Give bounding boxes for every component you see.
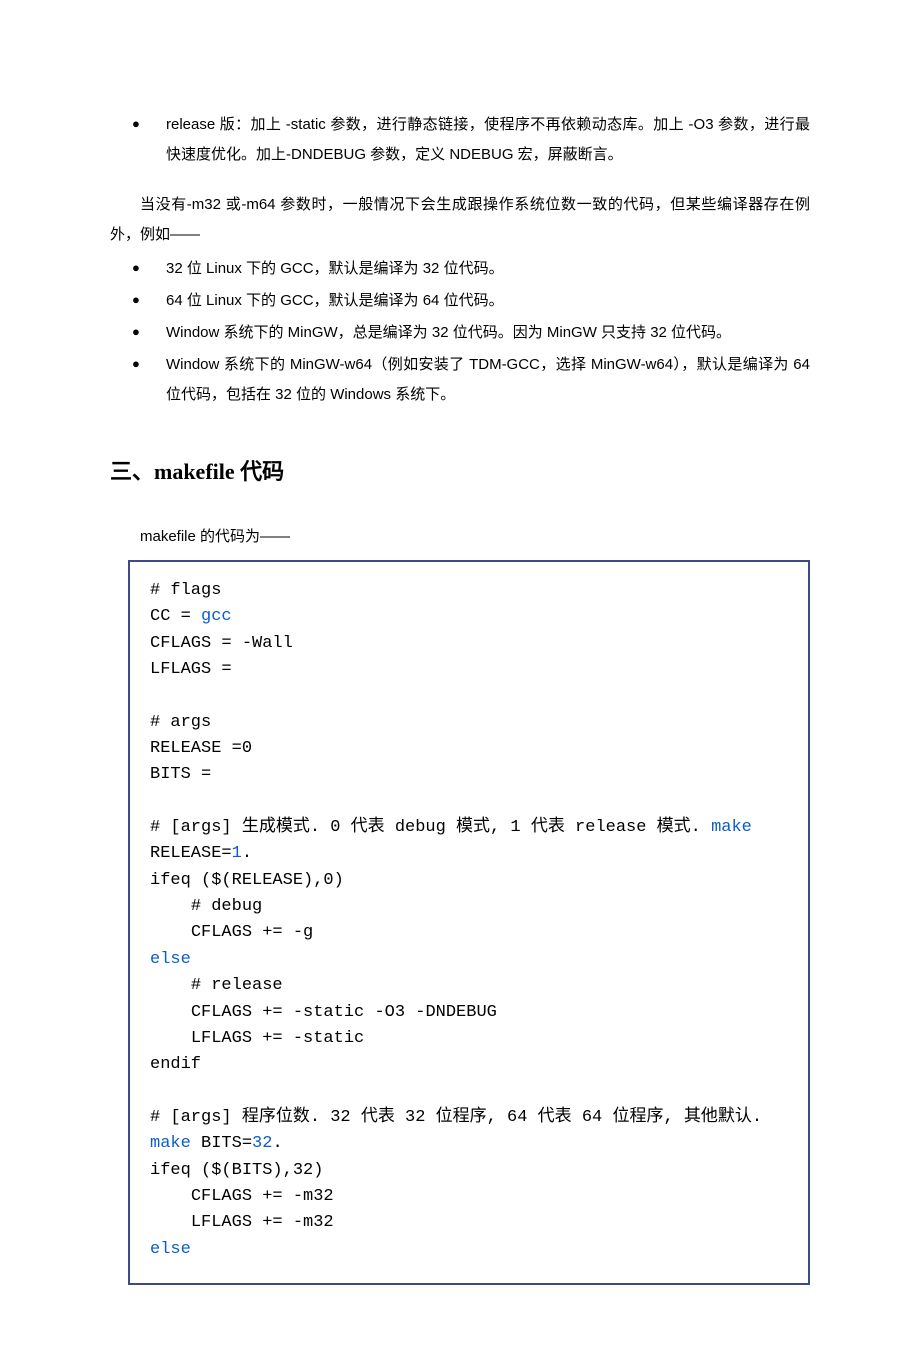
paragraph-intro: 当没有-m32 或-m64 参数时，一般情况下会生成跟操作系统位数一致的代码，但… <box>110 190 810 250</box>
code-line: # [args] 程序位数. 32 代表 32 位程序, 64 代表 64 位程… <box>150 1108 762 1127</box>
code-line: # [args] 生成模式. 0 代表 debug 模式, 1 代表 relea… <box>150 818 711 837</box>
code-keyword: make <box>150 1134 191 1153</box>
code-line: . <box>272 1134 282 1153</box>
code-line: LFLAGS += -m32 <box>150 1213 334 1232</box>
code-line: RELEASE= <box>150 844 232 863</box>
code-line: ifeq ($(RELEASE),0) <box>150 871 344 890</box>
code-line: RELEASE =0 <box>150 739 252 758</box>
code-keyword: else <box>150 950 191 969</box>
paragraph-code-intro: makefile 的代码为—— <box>110 522 810 552</box>
code-line: CFLAGS += -static -O3 -DNDEBUG <box>150 1003 497 1022</box>
code-keyword: 1 <box>232 844 242 863</box>
code-line: BITS = <box>150 765 211 784</box>
list-item: release 版：加上 -static 参数，进行静态链接，使程序不再依赖动态… <box>110 110 810 170</box>
code-line: CFLAGS = -Wall <box>150 634 293 653</box>
code-line: CC = <box>150 607 201 626</box>
code-line: CFLAGS += -m32 <box>150 1187 334 1206</box>
code-line: ifeq ($(BITS),32) <box>150 1161 323 1180</box>
section-heading: 三、makefile 代码 <box>110 450 810 494</box>
code-keyword: gcc <box>201 607 232 626</box>
code-line: # flags <box>150 581 221 600</box>
compiler-bullet-list: 32 位 Linux 下的 GCC，默认是编译为 32 位代码。 64 位 Li… <box>110 254 810 410</box>
code-line: # release <box>150 976 283 995</box>
list-item: Window 系统下的 MinGW，总是编译为 32 位代码。因为 MinGW … <box>110 318 810 348</box>
code-block: # flags CC = gcc CFLAGS = -Wall LFLAGS =… <box>128 560 810 1285</box>
code-line: CFLAGS += -g <box>150 923 313 942</box>
list-item: 64 位 Linux 下的 GCC，默认是编译为 64 位代码。 <box>110 286 810 316</box>
top-bullet-list: release 版：加上 -static 参数，进行静态链接，使程序不再依赖动态… <box>110 110 810 170</box>
code-line: endif <box>150 1055 201 1074</box>
code-keyword: else <box>150 1240 191 1259</box>
code-line: # debug <box>150 897 262 916</box>
document-page: release 版：加上 -static 参数，进行静态链接，使程序不再依赖动态… <box>0 0 920 1345</box>
code-line: # args <box>150 713 211 732</box>
list-item: 32 位 Linux 下的 GCC，默认是编译为 32 位代码。 <box>110 254 810 284</box>
code-keyword: make <box>711 818 752 837</box>
code-keyword: 32 <box>252 1134 272 1153</box>
code-line: BITS= <box>191 1134 252 1153</box>
code-line: LFLAGS += -static <box>150 1029 364 1048</box>
code-line: . <box>242 844 252 863</box>
code-line: LFLAGS = <box>150 660 232 679</box>
list-item: Window 系统下的 MinGW-w64（例如安装了 TDM-GCC，选择 M… <box>110 350 810 410</box>
